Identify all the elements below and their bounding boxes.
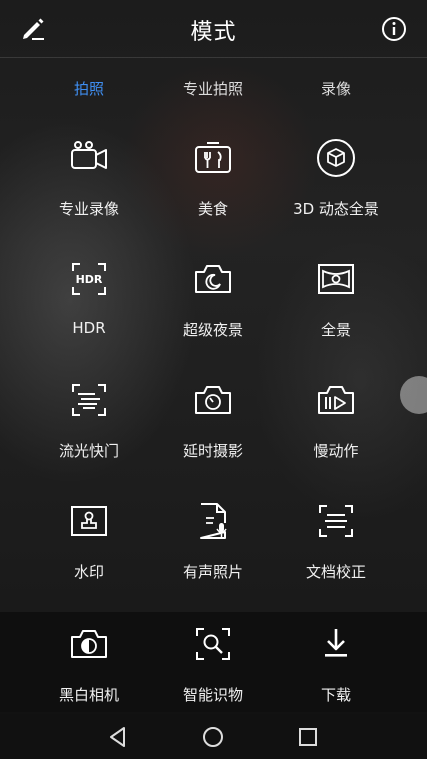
mode-night[interactable]: 超级夜景	[142, 249, 284, 359]
mode-hdr[interactable]: HDR HDR	[18, 249, 160, 359]
page-title: 模式	[190, 20, 237, 45]
mode-light-painting[interactable]: 流光快门	[18, 370, 160, 480]
mode-label: 全景	[320, 321, 351, 339]
object-recognition-icon	[193, 624, 233, 664]
mode-label: 黑白相机	[58, 686, 119, 704]
mode-tabs: 拍照 专业拍照 录像	[0, 72, 427, 104]
mode-label: 有声照片	[182, 563, 243, 581]
monochrome-icon	[69, 624, 109, 664]
mode-label: 延时摄影	[182, 442, 243, 460]
tab-video[interactable]: 录像	[265, 78, 407, 99]
mode-time-lapse[interactable]: 延时摄影	[142, 370, 284, 480]
mode-audio-photo[interactable]: 有声照片	[142, 491, 284, 601]
panorama-icon	[316, 259, 356, 299]
light-painting-icon	[69, 380, 109, 420]
time-lapse-icon	[193, 380, 233, 420]
night-mode-icon	[193, 259, 233, 299]
mode-label: 文档校正	[305, 563, 366, 581]
3d-panorama-icon	[316, 138, 356, 178]
mode-label: 智能识物	[182, 686, 243, 704]
mode-label: 3D 动态全景	[293, 200, 379, 218]
mode-label: 美食	[197, 200, 228, 218]
download-icon	[316, 624, 356, 664]
mode-food[interactable]: 美食	[142, 128, 284, 238]
mode-pro-video[interactable]: 专业录像	[18, 128, 160, 238]
header: 模式	[0, 0, 427, 58]
hdr-icon: HDR	[69, 259, 109, 299]
bottom-mode-row: 黑白相机 智能识物 下载	[0, 612, 427, 712]
mode-label: 超级夜景	[182, 321, 243, 339]
slow-motion-icon	[316, 380, 356, 420]
food-icon	[193, 138, 233, 178]
watermark-icon	[69, 501, 109, 541]
mode-3d-panorama[interactable]: 3D 动态全景	[265, 128, 407, 238]
pro-video-icon	[69, 138, 109, 178]
header-divider	[0, 57, 427, 58]
home-icon[interactable]	[200, 724, 226, 750]
mode-label: 专业录像	[58, 200, 119, 218]
recents-icon[interactable]	[295, 724, 321, 750]
audio-photo-icon	[193, 501, 233, 541]
mode-label: HDR	[72, 319, 106, 337]
tab-pro-photo[interactable]: 专业拍照	[142, 78, 284, 99]
mode-label: 下载	[320, 686, 351, 704]
back-icon[interactable]	[105, 724, 131, 750]
mode-label: 流光快门	[58, 442, 119, 460]
svg-text:HDR: HDR	[76, 273, 103, 286]
mode-label: 慢动作	[313, 442, 359, 460]
system-nav-bar	[0, 714, 427, 759]
mode-panorama[interactable]: 全景	[265, 249, 407, 359]
mode-watermark[interactable]: 水印	[18, 491, 160, 601]
page-indicator	[0, 705, 427, 720]
mode-slow-motion[interactable]: 慢动作	[265, 370, 407, 480]
tab-photo[interactable]: 拍照	[18, 78, 160, 99]
info-icon[interactable]	[379, 14, 409, 44]
document-scan-icon	[316, 501, 356, 541]
mode-label: 水印	[73, 563, 104, 581]
mode-document-scan[interactable]: 文档校正	[265, 491, 407, 601]
